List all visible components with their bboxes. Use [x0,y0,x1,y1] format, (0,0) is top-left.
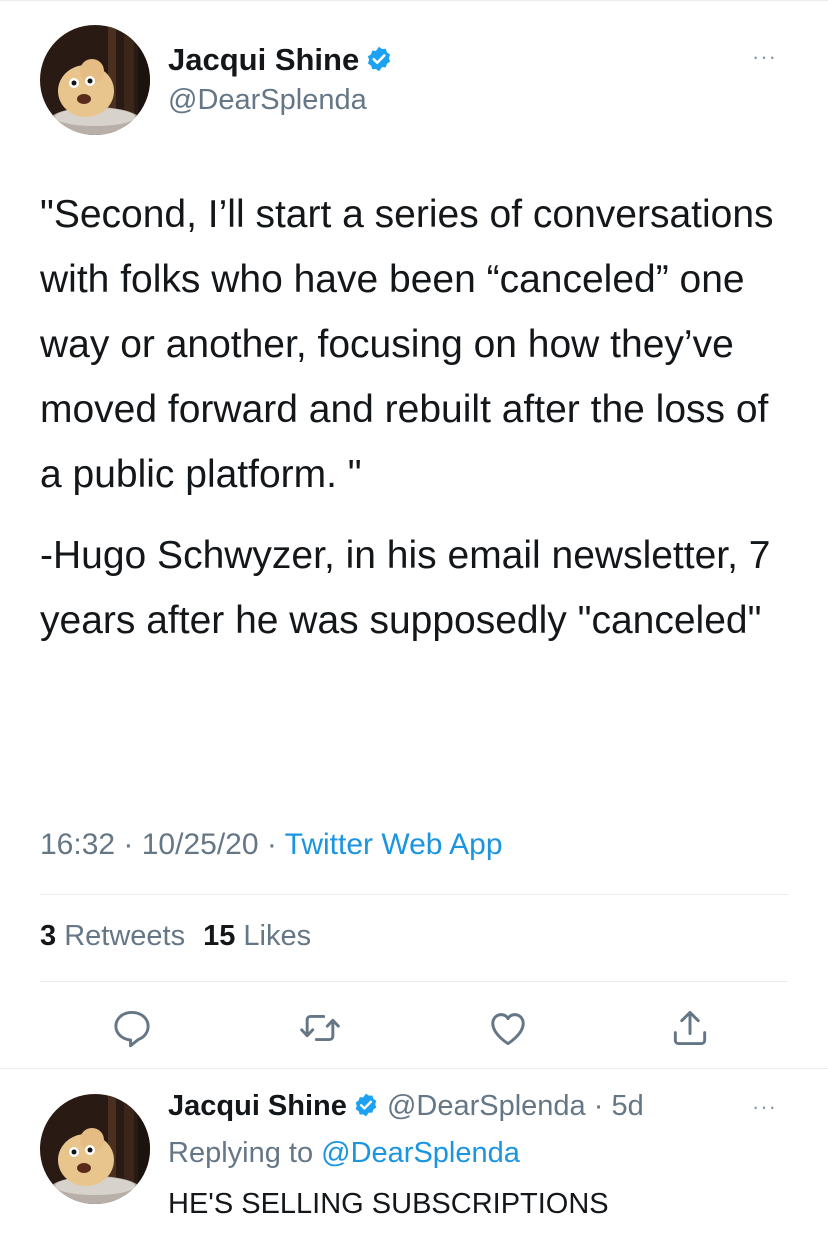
verified-badge-icon [365,45,393,81]
reply-header: Jacqui Shine @DearSplenda · 5d [168,1090,644,1126]
author-name[interactable]: Jacqui Shine [168,42,393,81]
share-icon [673,1010,707,1046]
more-options-icon[interactable]: ··· [752,44,777,70]
reply-separator: · [585,1090,612,1122]
retweets-label: Retweets [64,920,186,952]
tweet-paragraph-quote: "Second, I’ll start a series of conversa… [40,193,774,496]
tweet-stats: 3 Retweets 15 Likes [40,920,311,953]
like-icon [491,1013,525,1046]
retweets-stat[interactable]: 3 Retweets [40,920,185,952]
like-button[interactable] [486,1006,530,1050]
replying-to-link[interactable]: @DearSplenda [321,1137,520,1169]
tweet-date[interactable]: 10/25/20 [142,828,259,861]
likes-count: 15 [203,920,236,952]
reply-icon [114,1010,150,1048]
author-avatar[interactable] [40,25,150,135]
reply-more-options-icon[interactable]: ··· [752,1094,777,1120]
retweets-count: 3 [40,920,57,952]
reply-author-handle[interactable]: @DearSplenda [387,1090,586,1122]
meta-separator: · [258,828,285,861]
tweet-time[interactable]: 16:32 [40,828,115,861]
retweet-icon [300,1014,340,1042]
verified-badge-icon [353,1092,379,1126]
reply-age[interactable]: 5d [611,1090,643,1122]
reply-author-avatar[interactable] [40,1094,150,1204]
meta-separator: · [115,828,142,861]
likes-stat[interactable]: 15 Likes [203,920,311,952]
tweet-source-link[interactable]: Twitter Web App [285,828,503,861]
share-button[interactable] [668,1006,712,1050]
author-handle[interactable]: @DearSplenda [168,84,367,117]
reply-text: HE'S SELLING SUBSCRIPTIONS [168,1188,609,1220]
likes-label: Likes [243,920,312,952]
reply-button[interactable] [110,1006,154,1050]
replying-prefix: Replying to [168,1137,322,1169]
tweet-metadata: 16:32 · 10/25/20 · Twitter Web App [40,828,503,862]
divider [40,894,788,895]
reply-author-name[interactable]: Jacqui Shine [168,1090,347,1122]
thread-divider [0,1068,828,1069]
replying-to: Replying to @DearSplenda [168,1137,520,1170]
top-divider [0,0,828,1]
divider [40,981,788,982]
tweet-text: "Second, I’ll start a series of conversa… [40,182,800,653]
tweet-paragraph-attribution: -Hugo Schwyzer, in his email newsletter,… [40,534,771,642]
retweet-button[interactable] [298,1006,342,1050]
